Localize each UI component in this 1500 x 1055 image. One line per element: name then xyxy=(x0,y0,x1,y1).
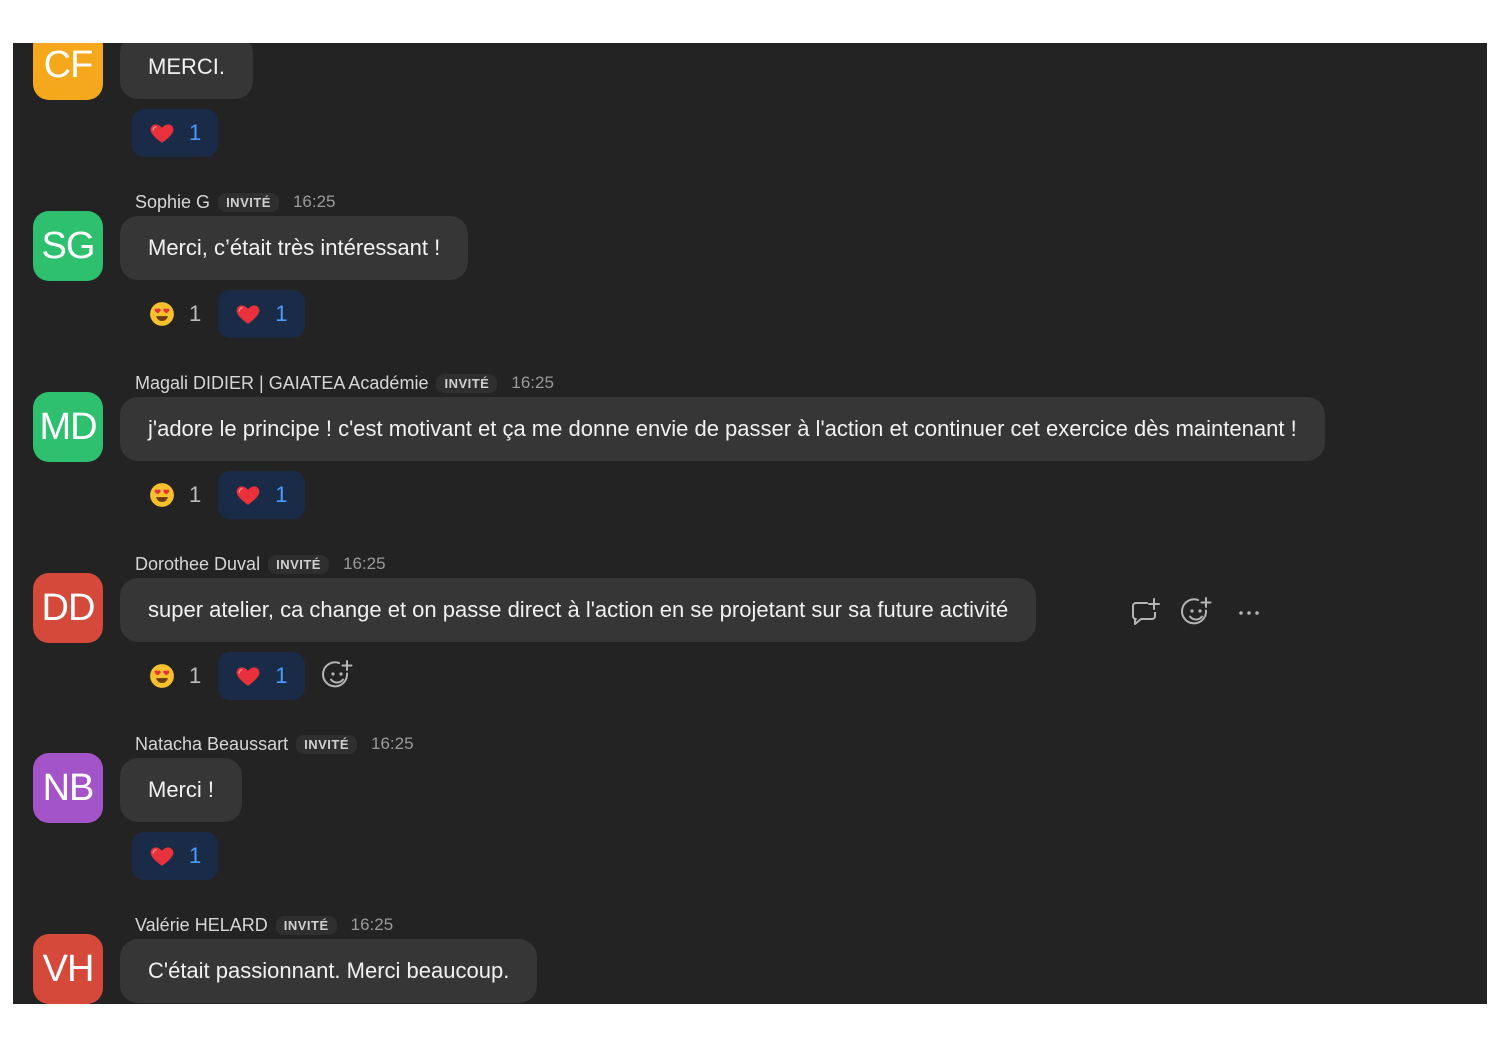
heart-eyes-icon xyxy=(150,302,174,326)
message-bubble[interactable]: Merci, c’était très intéressant ! xyxy=(120,216,469,280)
reaction-count: 1 xyxy=(189,843,202,868)
guest-badge: INVITÉ xyxy=(296,734,357,754)
reaction-heart-eyes[interactable]: 1 xyxy=(132,652,218,700)
timestamp: 16:25 xyxy=(371,734,414,753)
reaction-count: 1 xyxy=(189,301,202,326)
heart-icon xyxy=(236,486,260,505)
message-header: Sophie G INVITÉ 16:25 xyxy=(135,191,336,213)
heart-icon xyxy=(236,667,260,686)
avatar[interactable]: CF xyxy=(33,43,103,100)
heart-eyes-icon xyxy=(150,483,174,507)
message-header: Dorothee Duval INVITÉ 16:25 xyxy=(135,553,386,575)
timestamp: 16:25 xyxy=(342,554,386,573)
sender-name[interactable]: Sophie G xyxy=(135,192,210,213)
timestamp: 16:25 xyxy=(511,373,554,392)
reaction-count: 1 xyxy=(189,120,202,145)
sender-name[interactable]: Natacha Beaussart xyxy=(135,734,288,755)
guest-badge: INVITÉ xyxy=(218,192,279,212)
message-bubble[interactable]: super atelier, ca change et on passe dir… xyxy=(120,578,1037,642)
heart-icon xyxy=(150,124,174,143)
reaction-heart-eyes[interactable]: 1 xyxy=(132,471,218,519)
reply-button[interactable] xyxy=(1127,595,1163,631)
reaction-bar: 1 1 xyxy=(132,471,305,519)
reply-icon xyxy=(1132,598,1160,625)
reaction-heart[interactable]: 1 xyxy=(132,832,219,880)
message-bubble[interactable]: C'était passionnant. Merci beaucoup. xyxy=(120,939,538,1003)
heart-eyes-icon xyxy=(150,664,174,688)
message-header: Valérie HELARD INVITÉ 16:25 xyxy=(135,914,393,936)
reaction-bar: 1 xyxy=(132,832,219,880)
reaction-heart[interactable]: 1 xyxy=(132,109,219,157)
avatar[interactable]: SG xyxy=(33,211,103,281)
reaction-count: 1 xyxy=(275,482,288,507)
more-icon xyxy=(1239,611,1259,615)
guest-badge: INVITÉ xyxy=(436,373,498,393)
guest-badge: INVITÉ xyxy=(268,554,329,574)
reaction-heart-eyes[interactable]: 1 xyxy=(132,290,218,338)
message-header: Natacha Beaussart INVITÉ 16:25 xyxy=(135,733,414,755)
heart-icon xyxy=(236,305,260,324)
message-header: Magali DIDIER | GAIATEA Académie INVITÉ … xyxy=(135,372,554,394)
message-bubble[interactable]: MERCI. xyxy=(120,43,253,99)
reaction-count: 1 xyxy=(189,482,202,507)
reaction-count: 1 xyxy=(189,663,202,688)
add-reaction-icon[interactable] xyxy=(321,659,355,693)
chat-panel: CF MERCI. 1 Sophie G INVITÉ 16:25 SG Mer… xyxy=(13,43,1487,1004)
message-hover-actions xyxy=(1127,595,1283,631)
avatar[interactable]: NB xyxy=(33,753,103,823)
heart-icon xyxy=(150,847,174,866)
more-button[interactable] xyxy=(1231,595,1267,631)
reaction-heart[interactable]: 1 xyxy=(218,471,305,519)
avatar[interactable]: MD xyxy=(33,392,103,462)
avatar[interactable]: DD xyxy=(33,573,103,643)
reaction-bar: 1 xyxy=(132,109,219,157)
reaction-heart[interactable]: 1 xyxy=(218,652,305,700)
message-bubble[interactable]: Merci ! xyxy=(120,758,242,822)
add-reaction-button[interactable] xyxy=(1179,595,1215,631)
timestamp: 16:25 xyxy=(350,915,394,934)
reaction-bar: 1 1 xyxy=(132,290,305,338)
reaction-count: 1 xyxy=(275,663,288,688)
sender-name[interactable]: Dorothee Duval xyxy=(135,554,260,575)
guest-badge: INVITÉ xyxy=(275,915,337,935)
timestamp: 16:25 xyxy=(292,192,336,211)
reaction-bar: 1 1 xyxy=(132,652,355,700)
sender-name[interactable]: Valérie HELARD xyxy=(135,915,268,936)
sender-name[interactable]: Magali DIDIER | GAIATEA Académie xyxy=(135,373,428,394)
reaction-heart[interactable]: 1 xyxy=(218,290,305,338)
message-bubble[interactable]: j'adore le principe ! c'est motivant et … xyxy=(120,397,1325,461)
add-reaction-icon xyxy=(1181,597,1212,625)
avatar[interactable]: VH xyxy=(33,934,103,1004)
reaction-count: 1 xyxy=(275,301,288,326)
